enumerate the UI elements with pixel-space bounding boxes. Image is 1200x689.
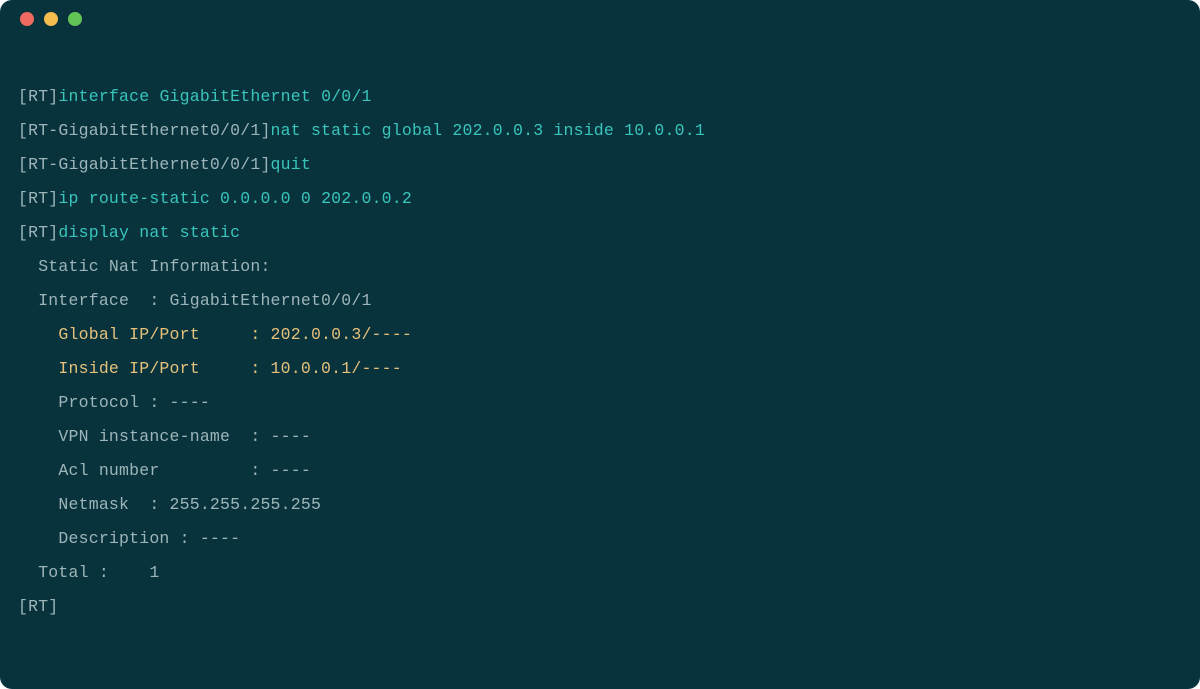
command-text: display nat static bbox=[58, 223, 240, 242]
command-text: nat static global 202.0.0.3 inside 10.0.… bbox=[271, 121, 705, 140]
prompt: [RT] bbox=[18, 87, 58, 106]
terminal-line: Acl number : ---- bbox=[18, 454, 1182, 488]
minimize-icon[interactable] bbox=[44, 12, 58, 26]
command-text: interface GigabitEthernet 0/0/1 bbox=[58, 87, 371, 106]
window-titlebar bbox=[0, 0, 1200, 38]
terminal-line: Inside IP/Port : 10.0.0.1/---- bbox=[18, 352, 1182, 386]
output-text: Acl number : ---- bbox=[18, 461, 311, 480]
output-text: Static Nat Information: bbox=[18, 257, 271, 276]
prompt: [RT] bbox=[18, 597, 58, 616]
terminal-line: [RT]display nat static bbox=[18, 216, 1182, 250]
terminal-line: [RT-GigabitEthernet0/0/1]nat static glob… bbox=[18, 114, 1182, 148]
terminal-line: [RT-GigabitEthernet0/0/1]quit bbox=[18, 148, 1182, 182]
terminal-line: [RT]interface GigabitEthernet 0/0/1 bbox=[18, 80, 1182, 114]
terminal-line: Total : 1 bbox=[18, 556, 1182, 590]
terminal-line: [RT]ip route-static 0.0.0.0 0 202.0.0.2 bbox=[18, 182, 1182, 216]
prompt: [RT-GigabitEthernet0/0/1] bbox=[18, 121, 271, 140]
terminal-line: Static Nat Information: bbox=[18, 250, 1182, 284]
output-text: Netmask : 255.255.255.255 bbox=[18, 495, 331, 514]
prompt: [RT] bbox=[18, 189, 58, 208]
output-text: Protocol : ---- bbox=[18, 393, 220, 412]
terminal-window: [RT]interface GigabitEthernet 0/0/1[RT-G… bbox=[0, 0, 1200, 689]
terminal-line: Netmask : 255.255.255.255 bbox=[18, 488, 1182, 522]
terminal-line: VPN instance-name : ---- bbox=[18, 420, 1182, 454]
output-text: Description : ---- bbox=[18, 529, 240, 548]
command-text: ip route-static 0.0.0.0 0 202.0.0.2 bbox=[58, 189, 412, 208]
terminal-line: Description : ---- bbox=[18, 522, 1182, 556]
output-text: Interface : GigabitEthernet0/0/1 bbox=[18, 291, 372, 310]
terminal-line: Global IP/Port : 202.0.0.3/---- bbox=[18, 318, 1182, 352]
terminal-line: Interface : GigabitEthernet0/0/1 bbox=[18, 284, 1182, 318]
prompt: [RT] bbox=[18, 223, 58, 242]
output-text: VPN instance-name : ---- bbox=[18, 427, 594, 446]
terminal-line: [RT] bbox=[18, 590, 1182, 624]
zoom-icon[interactable] bbox=[68, 12, 82, 26]
terminal-output[interactable]: [RT]interface GigabitEthernet 0/0/1[RT-G… bbox=[0, 38, 1200, 634]
highlighted-output: Inside IP/Port : 10.0.0.1/---- bbox=[18, 359, 402, 378]
command-text: quit bbox=[271, 155, 311, 174]
close-icon[interactable] bbox=[20, 12, 34, 26]
prompt: [RT-GigabitEthernet0/0/1] bbox=[18, 155, 271, 174]
terminal-line: Protocol : ---- bbox=[18, 386, 1182, 420]
output-text: Total : 1 bbox=[18, 563, 159, 582]
highlighted-output: Global IP/Port : 202.0.0.3/---- bbox=[18, 325, 422, 344]
